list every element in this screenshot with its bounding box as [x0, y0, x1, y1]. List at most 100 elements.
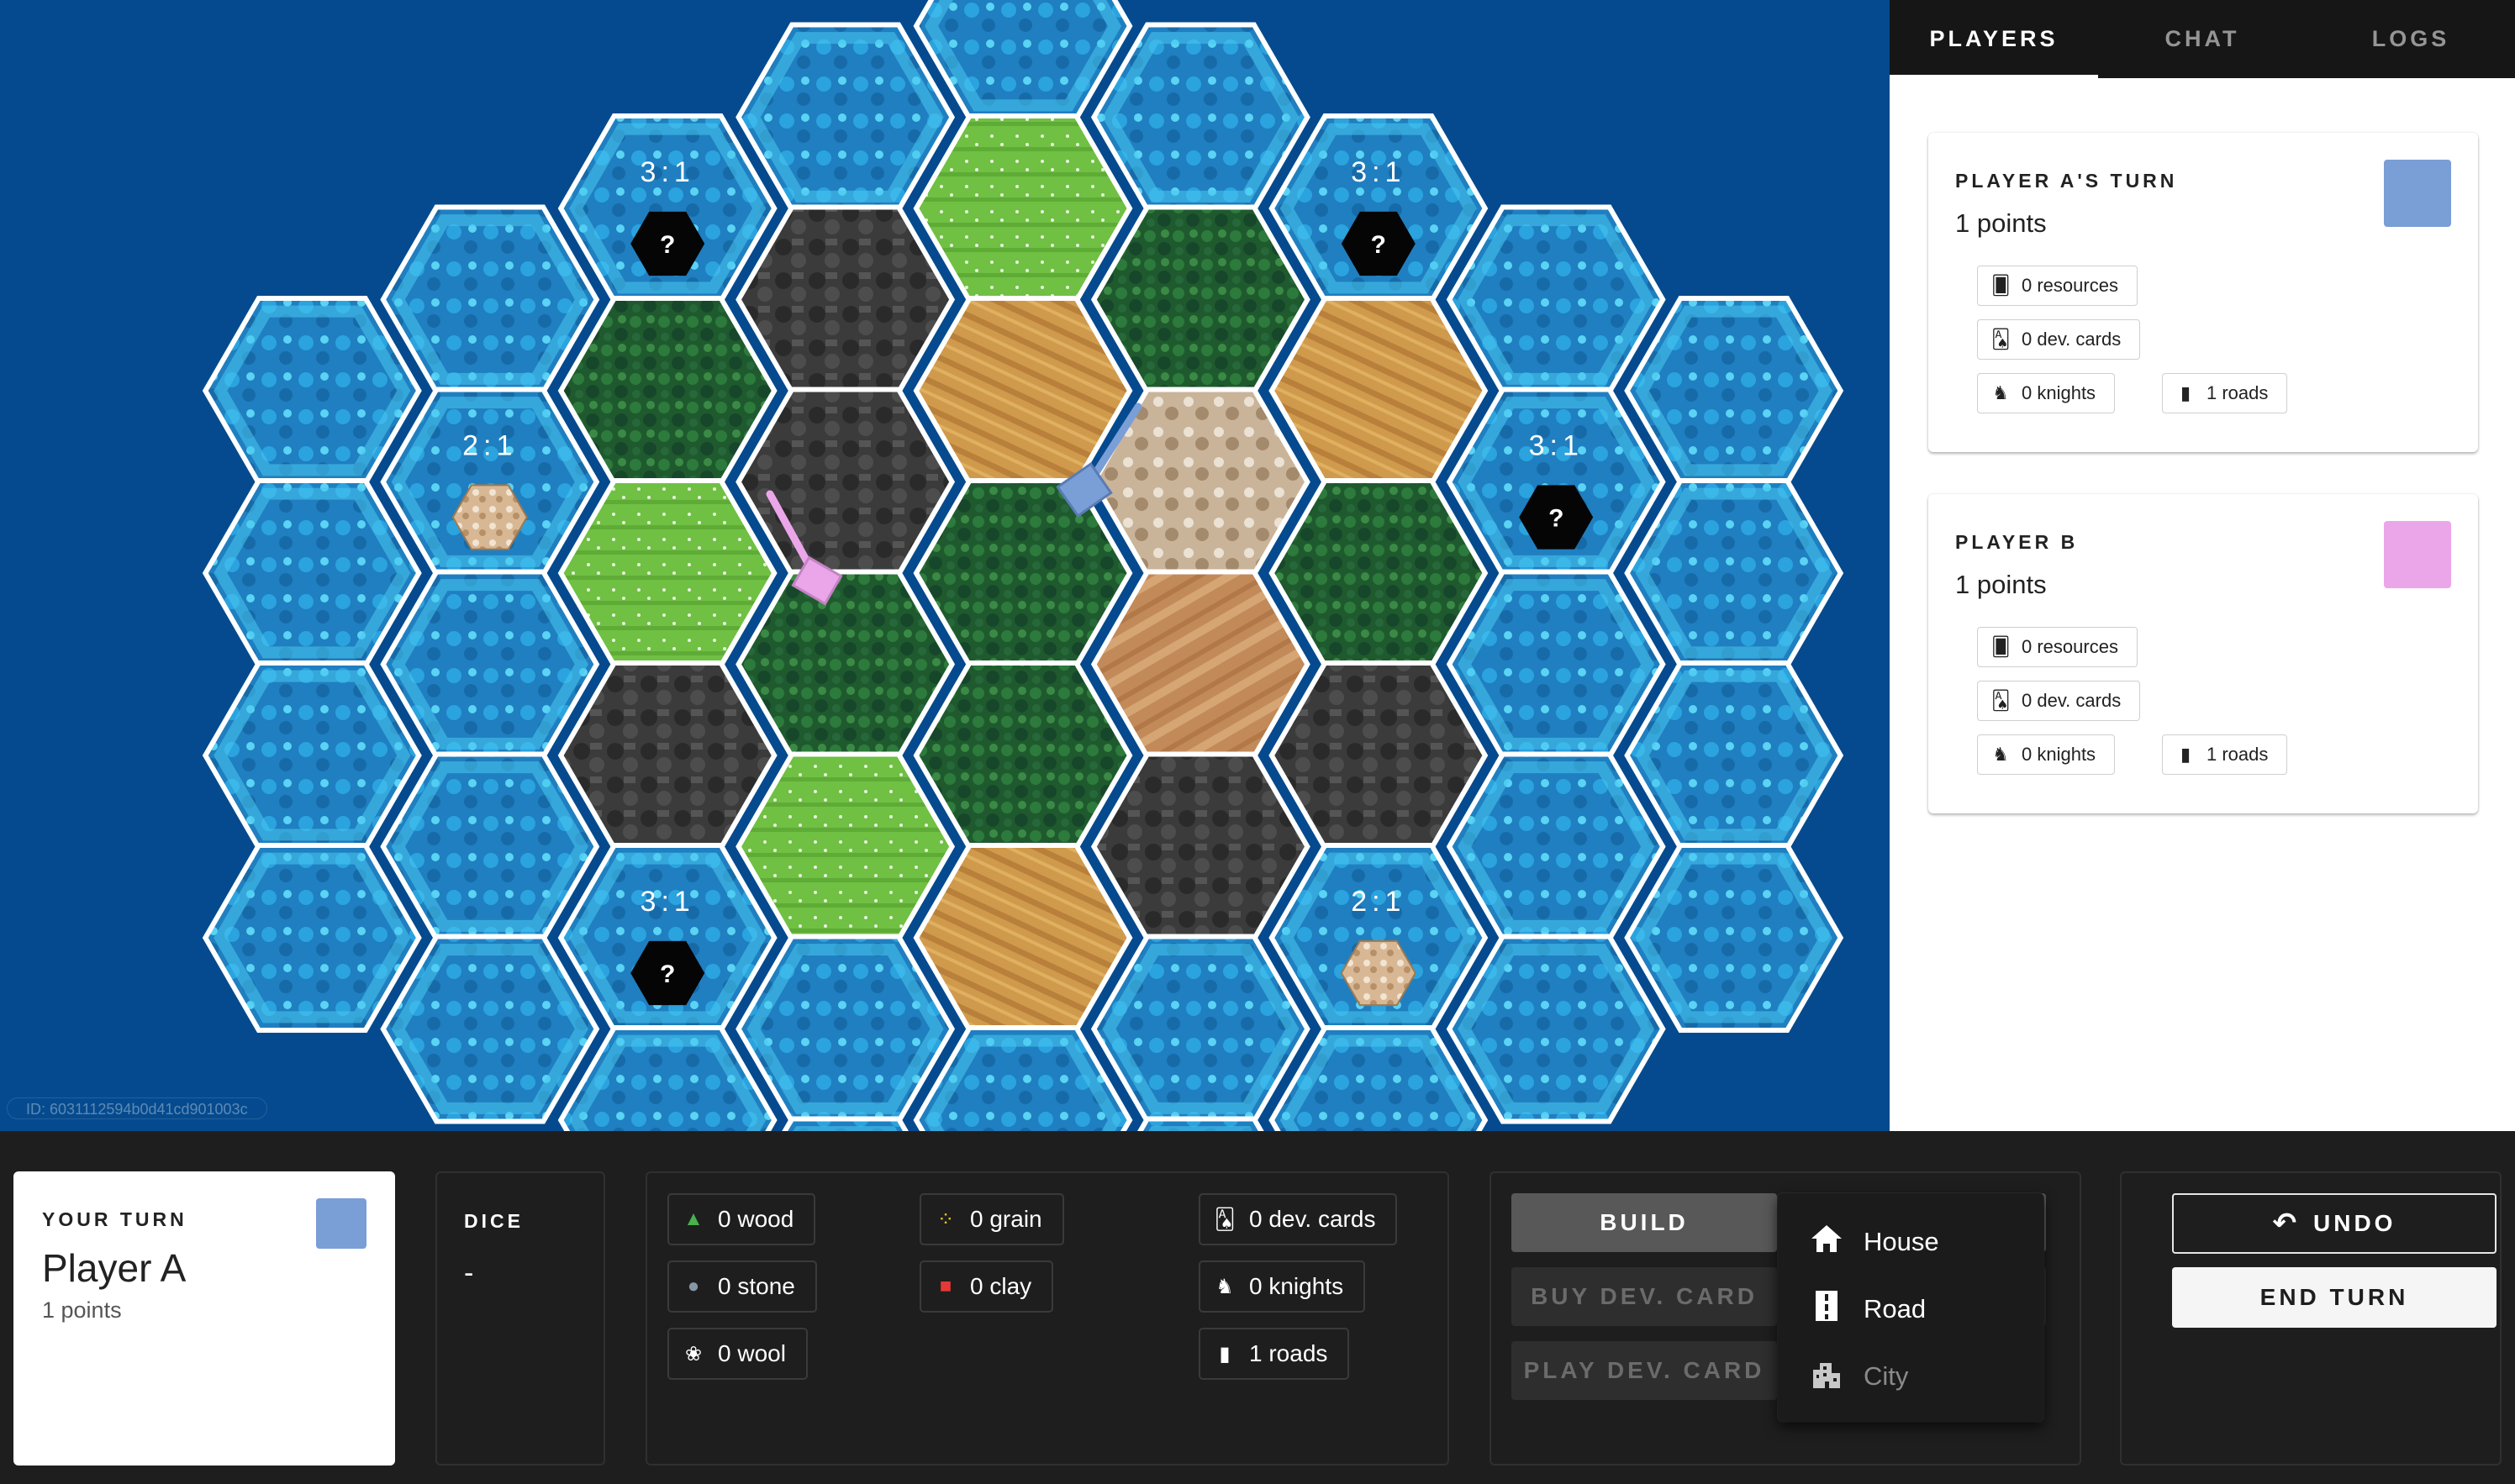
grain-tile[interactable]	[1268, 296, 1489, 486]
build-menu: House Road City	[1778, 1193, 2043, 1422]
sea-tile[interactable]	[1268, 1025, 1489, 1131]
stone-tile[interactable]	[1090, 751, 1310, 942]
forest-tile[interactable]	[913, 660, 1133, 850]
port-ratio-label: 3:1	[1351, 156, 1405, 188]
grain-count: 0 grain	[970, 1206, 1042, 1232]
sea-tile[interactable]	[1446, 934, 1666, 1124]
wood-chip: ▲ 0 wood	[667, 1193, 816, 1245]
build-road-item[interactable]: Road	[1810, 1284, 1926, 1334]
build-button[interactable]: BUILD	[1511, 1193, 1777, 1252]
house-icon	[1810, 1224, 1843, 1260]
sea-tile[interactable]	[736, 22, 956, 213]
undo-button[interactable]: ↶ UNDO	[2172, 1193, 2497, 1254]
stone-tile[interactable]	[1268, 660, 1489, 850]
build-city-item[interactable]: City	[1810, 1351, 1908, 1402]
cards-icon: 🂠	[1991, 636, 2011, 657]
port-ratio-label: 3:1	[641, 886, 695, 918]
resources-chip: 🂠 0 resources	[1977, 266, 2138, 306]
tree-icon: ▲	[683, 1208, 704, 1230]
forest-tile[interactable]	[913, 478, 1133, 668]
sea-tile[interactable]	[1624, 843, 1844, 1033]
turn-label: YOUR TURN	[42, 1208, 187, 1230]
current-player-name: Player A	[42, 1246, 187, 1290]
desert-tile[interactable]	[1090, 569, 1310, 760]
action-bar: YOUR TURN Player A 1 points DICE - ▲ 0 wo…	[0, 1131, 2515, 1484]
player-card-points: 1 points	[1955, 570, 2047, 599]
end-turn-button[interactable]: END TURN	[2172, 1267, 2497, 1328]
stone-tile[interactable]	[736, 204, 956, 395]
sea-tile[interactable]	[380, 934, 600, 1124]
dev-cards-count: 0 dev. cards	[2022, 329, 2122, 350]
dice-value: -	[464, 1257, 474, 1289]
road-label: Road	[1864, 1294, 1927, 1323]
player-card-b: PLAYER B 1 points 🂠 0 resources 🂡 0 dev. c…	[1928, 494, 2478, 813]
road-icon: ▮	[2180, 382, 2191, 403]
stone-tile[interactable]	[557, 660, 778, 850]
current-turn-panel: YOUR TURN Player A 1 points	[13, 1171, 395, 1466]
city-icon	[1810, 1356, 1843, 1397]
sidebar: PLAYERS CHAT LOGS PLAYER A'S TURN 1 poin…	[1890, 0, 2515, 1131]
dice-label: DICE	[464, 1210, 524, 1232]
pasture-tile[interactable]	[736, 751, 956, 942]
pasture-tile[interactable]	[557, 478, 778, 668]
brick-icon: ■	[939, 1275, 952, 1297]
road-icon	[1810, 1289, 1843, 1329]
sea-tile[interactable]	[380, 569, 600, 760]
sea-tile[interactable]	[202, 478, 422, 668]
svg-text:?: ?	[660, 231, 675, 259]
dev-cards-chip: 🂡 0 dev. cards	[1977, 681, 2141, 721]
sea-tile[interactable]	[1090, 22, 1310, 213]
forest-tile[interactable]	[1268, 478, 1489, 668]
buy-dev-card-button[interactable]: BUY DEV. CARD	[1511, 1267, 1777, 1326]
sea-tile[interactable]	[1624, 478, 1844, 668]
dev-cards-chip: 🂡 0 dev. cards	[1977, 319, 2141, 360]
sea-tile[interactable]	[913, 0, 1133, 121]
roads-chip: ▮ 1 roads	[2162, 734, 2288, 775]
grain-tile[interactable]	[913, 296, 1133, 486]
sea-tile[interactable]	[202, 660, 422, 850]
stone-tile[interactable]	[736, 387, 956, 577]
roads-count: 1 roads	[1249, 1340, 1328, 1366]
port-ratio-label: 2:1	[1351, 886, 1405, 918]
sea-tile[interactable]	[1624, 296, 1844, 486]
tab-logs[interactable]: LOGS	[2307, 0, 2515, 78]
cards-icon: 🂠	[1991, 275, 2011, 296]
dev-cards-chip: 🂡 0 dev. cards	[1199, 1193, 1398, 1245]
sea-tile[interactable]	[1624, 660, 1844, 850]
sea-tile[interactable]	[557, 1025, 778, 1131]
sea-tile[interactable]	[913, 1025, 1133, 1131]
sea-tile[interactable]	[1446, 204, 1666, 395]
knights-chip: ♞ 0 knights	[1977, 373, 2116, 413]
grain-tile[interactable]	[913, 843, 1133, 1033]
pasture-tile[interactable]	[913, 113, 1133, 303]
svg-text:?: ?	[1548, 505, 1563, 533]
current-player-points: 1 points	[42, 1297, 122, 1323]
wool-count: 0 wool	[718, 1340, 786, 1366]
sea-tile[interactable]	[380, 204, 600, 395]
play-dev-card-button[interactable]: PLAY DEV. CARD	[1511, 1341, 1777, 1400]
undo-label: UNDO	[2313, 1210, 2396, 1236]
sea-tile[interactable]	[202, 843, 422, 1033]
dev-cards-icon: 🂡	[1214, 1208, 1236, 1231]
tab-chat[interactable]: CHAT	[2098, 0, 2307, 78]
knight-icon: ♞	[1215, 1275, 1234, 1298]
player-card-points: 1 points	[1955, 208, 2047, 238]
tab-players[interactable]: PLAYERS	[1890, 0, 2098, 78]
clay-tile[interactable]	[1090, 387, 1310, 577]
sea-tile[interactable]	[1446, 751, 1666, 942]
sea-tile[interactable]	[202, 296, 422, 486]
sea-tile[interactable]	[1090, 934, 1310, 1124]
hex-map: 3:1?3:1?2:13:1?3:1?2:12:1	[202, 0, 1844, 1131]
forest-tile[interactable]	[736, 569, 956, 760]
build-house-item[interactable]: House	[1810, 1217, 1939, 1267]
sea-tile[interactable]	[380, 751, 600, 942]
knight-icon: ♞	[1992, 744, 2009, 765]
resources-count: 0 resources	[2022, 636, 2118, 657]
forest-tile[interactable]	[557, 296, 778, 486]
forest-tile[interactable]	[1090, 204, 1310, 395]
sea-tile[interactable]	[736, 934, 956, 1124]
dev-cards-icon: 🂡	[1991, 690, 2011, 711]
house-label: House	[1864, 1227, 1939, 1256]
sea-tile[interactable]	[1446, 569, 1666, 760]
player-color-swatch	[316, 1198, 366, 1249]
